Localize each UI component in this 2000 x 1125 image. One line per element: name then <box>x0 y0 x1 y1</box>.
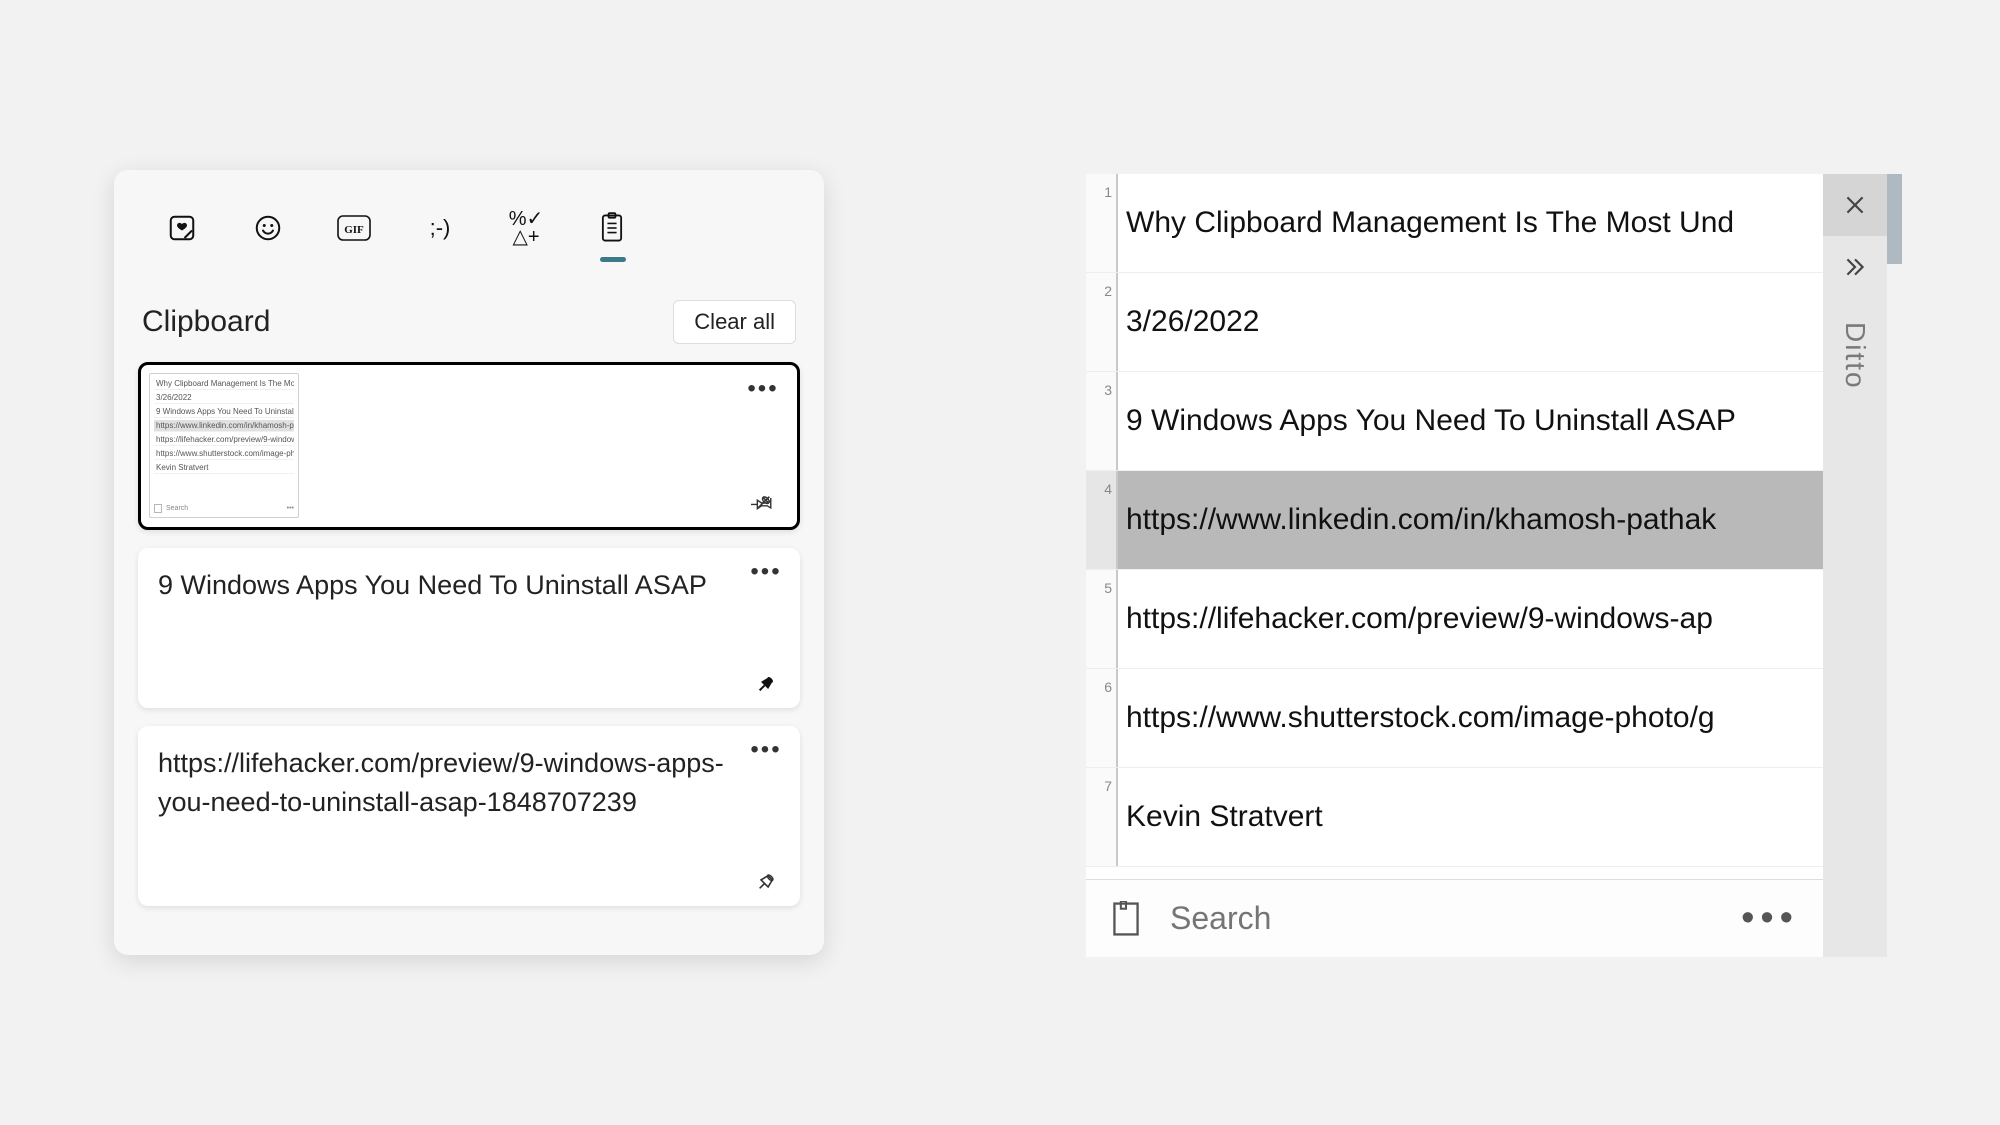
clipboard-item[interactable]: https://lifehacker.com/preview/9-windows… <box>138 726 800 906</box>
ditto-item[interactable]: 5 https://lifehacker.com/preview/9-windo… <box>1086 570 1823 669</box>
ditto-list: 1 Why Clipboard Management Is The Most U… <box>1086 174 1823 879</box>
clipboard-title: Clipboard <box>142 305 270 339</box>
pin-icon[interactable] <box>754 870 778 894</box>
close-button[interactable] <box>1823 174 1887 236</box>
tab-gif[interactable]: GIF <box>334 200 374 256</box>
tab-kaomoji[interactable]: ;-) <box>420 200 460 256</box>
ditto-item-index: 5 <box>1086 570 1118 668</box>
tab-symbols[interactable]: %✓△+ <box>506 200 546 256</box>
ditto-sidebar: Ditto <box>1823 174 1887 957</box>
pin-filled-icon[interactable] <box>754 672 778 696</box>
windows-clipboard-panel: GIF ;-) %✓△+ Clipboard Clear all Why Cl <box>114 170 824 955</box>
scrollbar-thumb[interactable] <box>1887 174 1902 264</box>
note-icon <box>154 504 162 513</box>
ditto-item-text: Why Clipboard Management Is The Most Und <box>1118 174 1823 272</box>
emoji-panel-tabs: GIF ;-) %✓△+ <box>134 200 804 256</box>
tab-clipboard[interactable] <box>592 200 632 256</box>
emoji-icon <box>253 213 283 243</box>
ditto-main: 1 Why Clipboard Management Is The Most U… <box>1086 174 1823 957</box>
clipboard-item-text: https://lifehacker.com/preview/9-windows… <box>158 744 738 822</box>
kaomoji-icon: ;-) <box>430 215 451 241</box>
ditto-item-index: 6 <box>1086 669 1118 767</box>
ditto-item[interactable]: 4 https://www.linkedin.com/in/khamosh-pa… <box>1086 471 1823 570</box>
ditto-item[interactable]: 2 3/26/2022 <box>1086 273 1823 372</box>
clipboard-header: Clipboard Clear all <box>134 300 804 344</box>
ditto-item-text: 3/26/2022 <box>1118 273 1823 371</box>
svg-text:GIF: GIF <box>344 224 364 236</box>
ditto-item-index: 1 <box>1086 174 1118 272</box>
ditto-item[interactable]: 1 Why Clipboard Management Is The Most U… <box>1086 174 1823 273</box>
ditto-search-input[interactable] <box>1170 900 1713 937</box>
ditto-brand-label: Ditto <box>1839 298 1871 957</box>
ditto-item-text: Kevin Stratvert <box>1118 768 1823 866</box>
ditto-item-index: 4 <box>1086 471 1118 569</box>
gif-icon: GIF <box>337 215 371 241</box>
ditto-item[interactable]: 3 9 Windows Apps You Need To Uninstall A… <box>1086 372 1823 471</box>
ditto-item[interactable]: 6 https://www.shutterstock.com/image-pho… <box>1086 669 1823 768</box>
ditto-item-text: https://www.linkedin.com/in/khamosh-path… <box>1118 471 1823 569</box>
clipboard-list: Why Clipboard Management Is The Most Und… <box>134 362 804 906</box>
symbols-icon: %✓△+ <box>509 210 544 246</box>
ditto-item-text: https://www.shutterstock.com/image-photo… <box>1118 669 1823 767</box>
note-icon[interactable] <box>1110 901 1142 937</box>
expand-button[interactable] <box>1823 236 1887 298</box>
ditto-item-text: https://lifehacker.com/preview/9-windows… <box>1118 570 1823 668</box>
clipboard-item[interactable]: 9 Windows Apps You Need To Uninstall ASA… <box>138 548 800 708</box>
ditto-more-icon[interactable]: ••• <box>1741 897 1799 940</box>
ditto-search-bar: ••• <box>1086 879 1823 957</box>
ditto-item[interactable]: 7 Kevin Stratvert <box>1086 768 1823 867</box>
ditto-item-index: 3 <box>1086 372 1118 470</box>
clipboard-item-text: 9 Windows Apps You Need To Uninstall ASA… <box>158 566 738 605</box>
sticker-heart-icon <box>167 213 197 243</box>
tab-recent[interactable] <box>162 200 202 256</box>
pin-icon[interactable] <box>751 491 775 515</box>
item-more-icon[interactable]: ••• <box>747 377 778 401</box>
clipboard-icon <box>598 212 626 244</box>
chevron-double-right-icon <box>1840 254 1870 280</box>
ditto-item-index: 2 <box>1086 273 1118 371</box>
item-more-icon[interactable]: ••• <box>750 560 781 584</box>
ditto-panel: 1 Why Clipboard Management Is The Most U… <box>1086 174 1887 957</box>
clipboard-item[interactable]: Why Clipboard Management Is The Most Und… <box>138 362 800 530</box>
ditto-item-index: 7 <box>1086 768 1118 866</box>
ditto-item-text: 9 Windows Apps You Need To Uninstall ASA… <box>1118 372 1823 470</box>
close-icon <box>1842 192 1868 218</box>
tab-emoji[interactable] <box>248 200 288 256</box>
clipboard-image-thumbnail: Why Clipboard Management Is The Most Und… <box>149 373 299 518</box>
item-more-icon[interactable]: ••• <box>750 738 781 762</box>
clear-all-button[interactable]: Clear all <box>673 300 796 344</box>
